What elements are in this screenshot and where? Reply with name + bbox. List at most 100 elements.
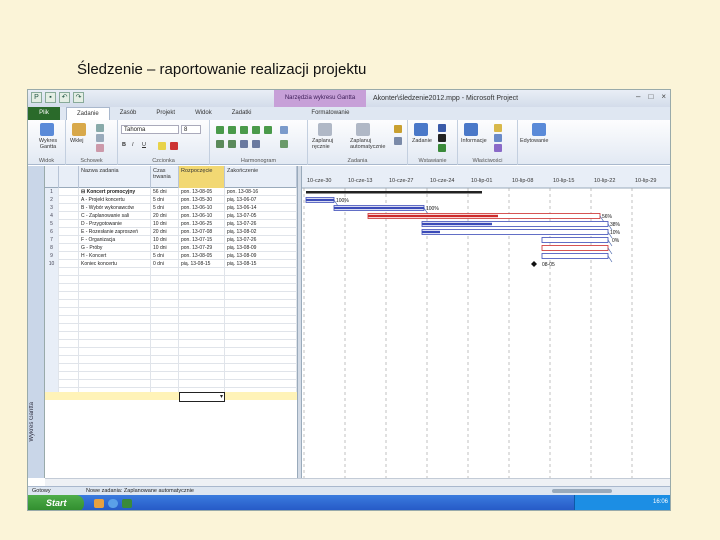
duration-cell[interactable]: [151, 316, 179, 324]
percent-25-icon[interactable]: [228, 126, 236, 134]
close-icon[interactable]: ×: [661, 92, 666, 101]
start-cell[interactable]: [179, 356, 225, 364]
tab-task[interactable]: Zadanie: [66, 107, 110, 120]
finish-cell[interactable]: [225, 268, 297, 276]
manual-schedule-label[interactable]: Zaplanuj ręcznie: [312, 138, 346, 150]
finish-cell[interactable]: [225, 356, 297, 364]
finish-cell[interactable]: pią. 13-07-05: [225, 212, 297, 220]
table-row[interactable]: [45, 340, 297, 348]
task-mode-cell[interactable]: [59, 204, 79, 212]
duration-cell[interactable]: [151, 348, 179, 356]
duration-cell[interactable]: [151, 268, 179, 276]
manual-schedule-icon[interactable]: [318, 123, 332, 136]
task-mode-cell[interactable]: [59, 332, 79, 340]
start-cell[interactable]: pon. 13-06-25: [179, 220, 225, 228]
task-mode-cell[interactable]: [59, 340, 79, 348]
start-cell[interactable]: pon. 13-07-29: [179, 244, 225, 252]
finish-cell[interactable]: [225, 340, 297, 348]
table-row[interactable]: 8 G - Próby 10 dni pon. 13-07-29 pią. 13-08-…: [45, 244, 297, 252]
tab-project[interactable]: Projekt: [146, 107, 185, 120]
table-row[interactable]: [45, 332, 297, 340]
timeline-icon[interactable]: [494, 144, 502, 152]
table-row[interactable]: [45, 268, 297, 276]
finish-cell[interactable]: pią. 13-06-14: [225, 204, 297, 212]
task-name-cell[interactable]: [79, 300, 151, 308]
finish-cell[interactable]: pią. 13-08-09: [225, 252, 297, 260]
task-mode-cell[interactable]: [59, 196, 79, 204]
task-mode-cell[interactable]: [59, 244, 79, 252]
auto-schedule-icon[interactable]: [356, 123, 370, 136]
finish-cell[interactable]: [225, 284, 297, 292]
task-name-cell[interactable]: [79, 316, 151, 324]
task-name-cell[interactable]: [79, 380, 151, 388]
start-cell[interactable]: [179, 364, 225, 372]
horizontal-scrollbar[interactable]: [45, 478, 670, 486]
duration-cell[interactable]: 20 dni: [151, 212, 179, 220]
task-name-cell[interactable]: [79, 348, 151, 356]
gantt-button-label[interactable]: Wykres Gantta: [31, 138, 65, 150]
start-cell[interactable]: [179, 332, 225, 340]
finish-cell[interactable]: [225, 348, 297, 356]
tab-view[interactable]: Widok: [185, 107, 222, 120]
details-icon[interactable]: [494, 134, 502, 142]
tab-file[interactable]: Plik: [28, 107, 60, 120]
paste-label[interactable]: Wklej: [70, 138, 83, 144]
task-name-cell[interactable]: [79, 356, 151, 364]
task-name-cell[interactable]: [79, 284, 151, 292]
milestone-icon[interactable]: [438, 134, 446, 142]
paste-icon[interactable]: [72, 123, 86, 136]
duration-cell[interactable]: [151, 380, 179, 388]
browser-icon[interactable]: [108, 499, 118, 508]
finish-cell[interactable]: pon. 13-08-16: [225, 188, 297, 196]
dropdown-arrow-icon[interactable]: ▾: [220, 393, 223, 400]
start-cell[interactable]: [179, 372, 225, 380]
start-cell[interactable]: pią. 13-08-15: [179, 260, 225, 268]
task-mode-cell[interactable]: [59, 268, 79, 276]
start-cell[interactable]: [179, 324, 225, 332]
highlight-icon[interactable]: [158, 142, 166, 150]
task-name-cell[interactable]: [79, 340, 151, 348]
task-mode-cell[interactable]: [59, 252, 79, 260]
finish-cell[interactable]: [225, 332, 297, 340]
table-row[interactable]: 6 E - Rozesłanie zaproszeń 20 dni pon. 13-0…: [45, 228, 297, 236]
tab-tasks-extra[interactable]: Zadatki: [222, 107, 262, 120]
respect-links-icon[interactable]: [280, 140, 288, 148]
duration-cell[interactable]: 5 dni: [151, 252, 179, 260]
finish-cell[interactable]: [225, 324, 297, 332]
format-painter-icon[interactable]: [96, 144, 104, 152]
start-cell[interactable]: pon. 13-08-05: [179, 188, 225, 196]
task-name-cell[interactable]: [79, 364, 151, 372]
project-taskbar-icon[interactable]: [122, 499, 132, 508]
finish-cell[interactable]: pią. 13-08-02: [225, 228, 297, 236]
task-mode-cell[interactable]: [59, 348, 79, 356]
italic-icon[interactable]: I: [132, 142, 134, 148]
table-row[interactable]: [45, 308, 297, 316]
header-start[interactable]: Rozpoczęcie: [179, 166, 225, 188]
finish-cell[interactable]: [225, 300, 297, 308]
information-label[interactable]: Informacje: [461, 138, 487, 144]
maximize-icon[interactable]: □: [648, 92, 653, 101]
task-mode-cell[interactable]: [59, 212, 79, 220]
finish-cell[interactable]: [225, 276, 297, 284]
table-row[interactable]: [45, 324, 297, 332]
duration-cell[interactable]: [151, 356, 179, 364]
task-name-cell[interactable]: E - Rozesłanie zaproszeń: [79, 228, 151, 236]
task-mode-cell[interactable]: [59, 228, 79, 236]
duration-cell[interactable]: 5 dni: [151, 204, 179, 212]
start-cell[interactable]: pon. 13-06-10: [179, 204, 225, 212]
duration-cell[interactable]: 10 dni: [151, 244, 179, 252]
start-button[interactable]: Start: [28, 495, 84, 510]
duration-cell[interactable]: [151, 364, 179, 372]
notes-icon[interactable]: [494, 124, 502, 132]
auto-schedule-label[interactable]: Zaplanuj automatycznie: [350, 138, 390, 150]
deliverable-icon[interactable]: [438, 144, 446, 152]
task-name-cell[interactable]: [79, 332, 151, 340]
duration-cell[interactable]: [151, 300, 179, 308]
task-name-cell[interactable]: A - Projekt koncertu: [79, 196, 151, 204]
finish-cell[interactable]: [225, 372, 297, 380]
table-row[interactable]: [45, 380, 297, 388]
header-finish[interactable]: Zakończenie: [225, 166, 297, 188]
start-cell[interactable]: pon. 13-07-15: [179, 236, 225, 244]
duration-cell[interactable]: [151, 372, 179, 380]
duration-cell[interactable]: [151, 332, 179, 340]
